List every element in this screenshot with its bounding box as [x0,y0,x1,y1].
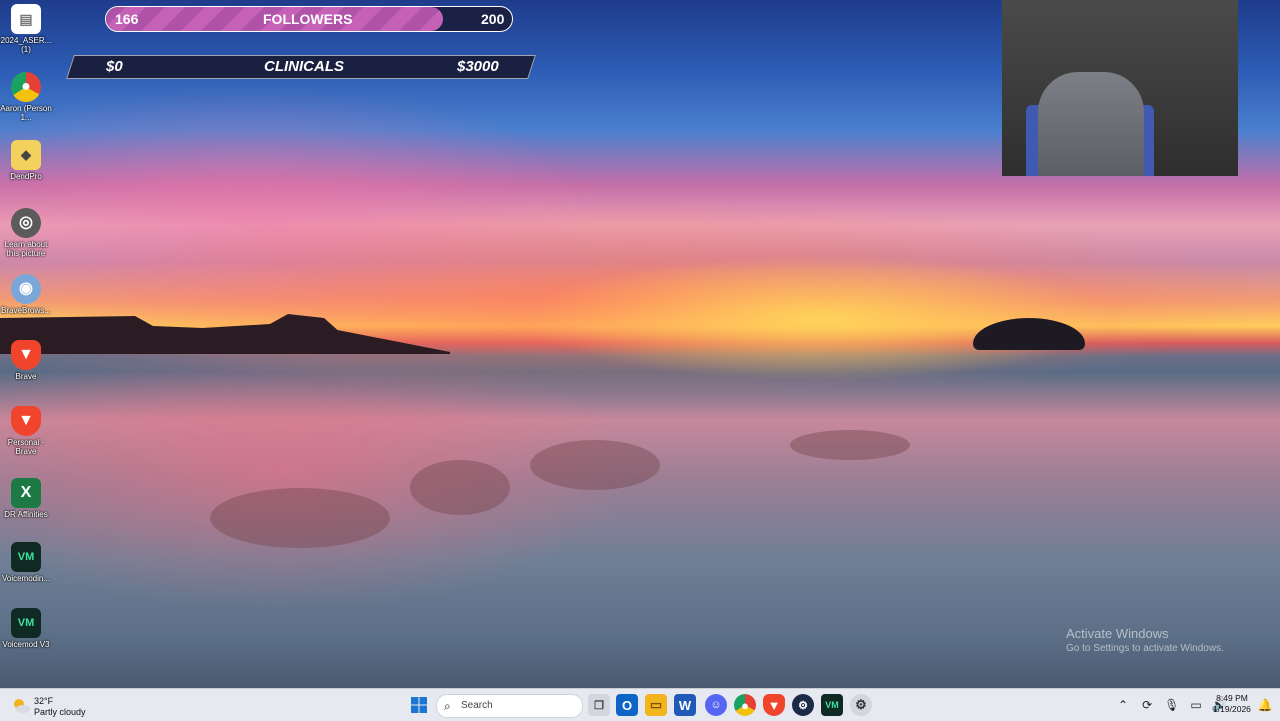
desktop-icon-bravebrowser-installer[interactable]: ◉ BraveBrows... [0,270,52,315]
followers-label: FOLLOWERS [263,11,353,27]
desktop-icon-personal-brave[interactable]: ▼ Personal - Brave [0,402,52,456]
discord-app[interactable]: ☺ [705,694,727,716]
shapes-app-icon: ◆ [11,140,41,170]
followers-goal-bar: 166 FOLLOWERS 200 [105,6,513,32]
settings-app[interactable]: ⚙ [850,694,872,716]
voicemod-icon: VM [11,608,41,638]
island-silhouette [973,318,1085,350]
sand-ripple [410,460,510,515]
taskbar-clock[interactable]: 8:49 PM 1/19/2026 [1208,693,1256,715]
desktop-icon-dendpro[interactable]: ◆ DendPro [0,136,52,181]
outlook-app[interactable]: O [616,694,638,716]
voicemod-app[interactable]: VM [821,694,843,716]
camera-icon: ◎ [11,208,41,238]
desktop-icon-label: Aaron (Person 1... [0,104,52,122]
network-icon[interactable]: ▭ [1190,698,1201,712]
chrome-icon: ● [11,72,41,102]
brave-lion-icon: ▼ [11,340,41,370]
activate-subtitle: Go to Settings to activate Windows. [1066,643,1224,654]
activate-title: Activate Windows [1066,626,1169,641]
clinicals-target: $3000 [457,58,499,75]
desktop-icon-label: DR Affinities [4,510,48,519]
installer-disc-icon: ◉ [11,274,41,304]
taskbar-search-box[interactable]: ⌕ Search [436,694,583,718]
desktop-icon-voicemod-installer[interactable]: VM Voicemodin... [0,538,52,583]
sand-ripple [530,440,660,490]
desktop-icon-aaron-chrome[interactable]: ● Aaron (Person 1... [0,68,52,122]
start-button[interactable] [408,694,430,716]
desktop-icon-label: BraveBrows... [1,306,51,315]
activate-windows-watermark: Activate Windows Go to Settings to activ… [1066,626,1224,654]
desktop-icon-dr-affinities[interactable]: X DR Affinities [0,474,52,519]
windows-logo-icon [411,697,427,713]
file-explorer-app[interactable]: ▭ [645,694,667,716]
voicemod-icon: VM [11,542,41,572]
desktop-icon-label: Voicemodin... [1,574,51,583]
chrome-app[interactable]: ● [734,694,756,716]
brave-profile-icon: ▼ [11,406,41,436]
show-hidden-icons-chevron-icon[interactable]: ⌃ [1118,698,1128,712]
taskbar: 32°F Partly cloudy ⌕ Search ❐ O ▭ W ☺ ● … [0,688,1280,721]
desktop-icon-label: Personal - Brave [7,438,45,456]
search-icon: ⌕ [444,699,451,713]
sand-ripple [210,488,390,548]
desktop-icon-label: Learn about this picture [4,240,48,258]
desktop-icon-learn-picture[interactable]: ◎ Learn about this picture [0,204,52,258]
clinicals-start: $0 [106,58,123,75]
microphone-icon[interactable]: 🎙 [1164,698,1179,712]
word-app[interactable]: W [674,694,696,716]
brave-app[interactable]: ▼ [763,694,785,716]
desktop-icon-aser-file[interactable]: ▤ 2024_ASER... (1) [0,0,52,54]
sand-ripple [790,430,910,460]
desktop-icon-label: Voicemod V3 [2,640,50,649]
clinicals-label: CLINICALS [264,58,344,75]
followers-target: 200 [481,11,505,27]
desktop-icon-label: Brave [15,372,37,381]
notifications-bell-icon[interactable]: 🔔 [1254,694,1276,716]
weather-temperature: 32°F [34,696,54,706]
desktop-icon-label: DendPro [10,172,42,181]
clock-time: 8:49 PM [1216,693,1248,703]
document-icon: ▤ [11,4,41,34]
search-placeholder: Search [461,700,493,711]
excel-icon: X [11,478,41,508]
steam-app[interactable]: ⚙ [792,694,814,716]
task-view-button[interactable]: ❐ [588,694,610,716]
partly-cloudy-icon [12,698,30,713]
desktop-icon-voicemod-v3[interactable]: VM Voicemod V3 [0,604,52,649]
coastline-silhouette [0,314,450,354]
weather-condition: Partly cloudy [34,707,86,717]
gaming-chair [1038,72,1144,176]
sync-icon[interactable]: ⟳ [1142,698,1152,712]
followers-current: 166 [115,11,139,27]
clock-date: 1/19/2026 [1213,704,1251,714]
webcam-feed [1002,0,1238,176]
desktop-icon-label: 2024_ASER... (1) [0,36,52,54]
desktop-icon-brave[interactable]: ▼ Brave [0,336,52,381]
